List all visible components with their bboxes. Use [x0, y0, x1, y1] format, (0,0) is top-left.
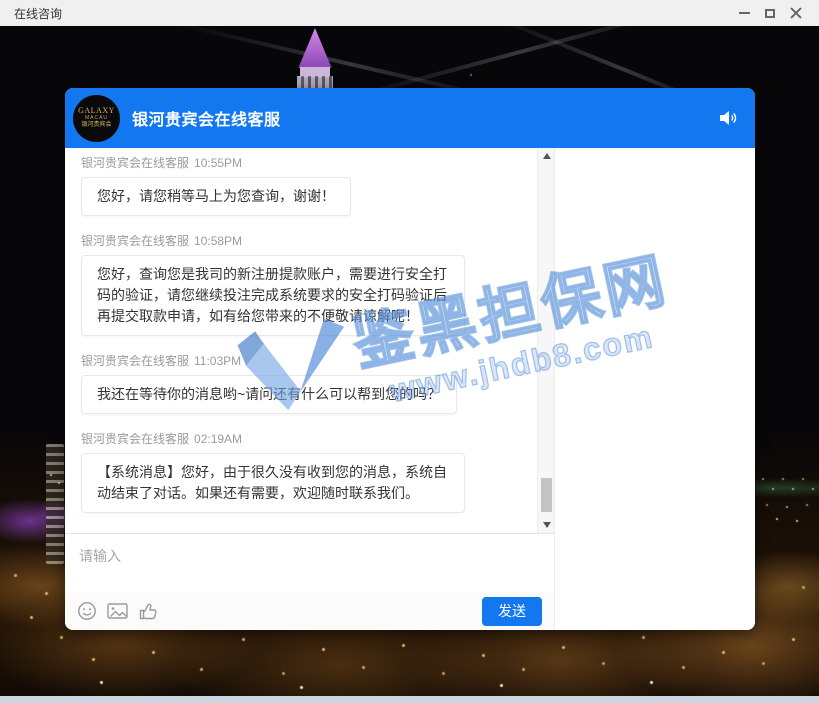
composer-toolbar: 发送 — [65, 592, 554, 630]
lit-building — [46, 444, 64, 564]
brand-logo: GALAXY MACAU 银河贵宾会 — [73, 95, 120, 142]
message-time: 10:58PM — [194, 234, 242, 249]
chat-title: 银河贵宾会在线客服 — [132, 106, 281, 130]
message-bubble: 【系统消息】您好，由于很久没有收到您的消息，系统自动结束了对话。如果还有需要，欢… — [81, 453, 465, 513]
emoji-icon — [77, 601, 97, 621]
brand-logo-subtext: MACAU — [85, 116, 108, 122]
emoji-button[interactable] — [77, 601, 97, 621]
maximize-icon — [765, 9, 775, 18]
tower-spire — [293, 28, 337, 68]
sender-name: 银河贵宾会在线客服 — [81, 234, 189, 249]
message-group: 银河贵宾会在线客服 10:58PM 您好，查询您是我司的新注册提款账户，需要进行… — [81, 234, 520, 336]
message-bubble: 您好，查询您是我司的新注册提款账户，需要进行安全打码的验证，请您继续投注完成系统… — [81, 255, 465, 336]
chat-column: 银河贵宾会在线客服 10:55PM 您好，请您稍等马上为您查询，谢谢！ 银河贵宾… — [65, 148, 555, 630]
thumbs-up-icon — [138, 601, 159, 621]
close-button[interactable] — [783, 3, 809, 23]
message-group: 银河贵宾会在线客服 11:03PM 我还在等待你的消息哟~请问还有什么可以帮到您… — [81, 354, 520, 414]
chat-body: 银河贵宾会在线客服 10:55PM 您好，请您稍等马上为您查询，谢谢！ 银河贵宾… — [65, 148, 755, 630]
message-time: 11:03PM — [194, 354, 241, 369]
maximize-button[interactable] — [757, 3, 783, 23]
window-controls — [731, 3, 819, 23]
bridge-lights — [0, 26, 2, 28]
message-list: 银河贵宾会在线客服 10:55PM 您好，请您稍等马上为您查询，谢谢！ 银河贵宾… — [65, 148, 554, 533]
message-input[interactable] — [65, 534, 554, 592]
sender-name: 银河贵宾会在线客服 — [81, 432, 189, 447]
message-bubble: 我还在等待你的消息哟~请问还有什么可以帮到您的吗？ — [81, 375, 457, 414]
message-group: 银河贵宾会在线客服 10:55PM 您好，请您稍等马上为您查询，谢谢！ — [81, 156, 520, 216]
like-button[interactable] — [138, 601, 159, 621]
message-group: 银河贵宾会在线客服 02:19AM 【系统消息】您好，由于很久没有收到您的消息，… — [81, 432, 520, 513]
panel-empty-area — [555, 148, 755, 630]
message-meta: 银河贵宾会在线客服 10:58PM — [81, 234, 520, 249]
scroll-up-button[interactable] — [538, 148, 554, 164]
message-composer: 发送 — [65, 533, 554, 630]
message-bubble: 您好，请您稍等马上为您查询，谢谢！ — [81, 177, 351, 216]
scroll-down-button[interactable] — [538, 517, 554, 533]
window-title: 在线咨询 — [14, 5, 62, 22]
message-meta: 银河贵宾会在线客服 11:03PM — [81, 354, 520, 369]
message-meta: 银河贵宾会在线客服 02:19AM — [81, 432, 520, 447]
scrollbar-thumb[interactable] — [541, 478, 552, 512]
brand-logo-cn: 银河贵宾会 — [81, 122, 111, 129]
window-titlebar[interactable]: 在线咨询 — [0, 0, 819, 26]
chat-scrollbar[interactable] — [537, 148, 554, 533]
chat-header: GALAXY MACAU 银河贵宾会 银河贵宾会在线客服 — [65, 88, 755, 148]
close-icon — [790, 7, 802, 19]
online-consult-window: 在线咨询 GALAXY MACAU 银河贵宾会 银河贵宾会在线客服 — [0, 0, 819, 703]
message-time: 10:55PM — [194, 156, 242, 171]
scroll-down-icon — [543, 522, 551, 528]
chat-panel: GALAXY MACAU 银河贵宾会 银河贵宾会在线客服 银河贵宾会在线客服 — [65, 88, 755, 630]
message-meta: 银河贵宾会在线客服 10:55PM — [81, 156, 520, 171]
sound-toggle-button[interactable] — [719, 110, 739, 126]
minimize-button[interactable] — [731, 3, 757, 23]
sender-name: 银河贵宾会在线客服 — [81, 354, 189, 369]
sender-name: 银河贵宾会在线客服 — [81, 156, 189, 171]
image-icon — [106, 601, 129, 621]
message-time: 02:19AM — [194, 432, 242, 447]
bottom-strip — [0, 696, 819, 703]
image-upload-button[interactable] — [106, 601, 129, 621]
minimize-icon — [739, 12, 750, 14]
speaker-icon — [719, 110, 739, 126]
send-button[interactable]: 发送 — [482, 597, 542, 626]
scroll-up-icon — [543, 153, 551, 159]
